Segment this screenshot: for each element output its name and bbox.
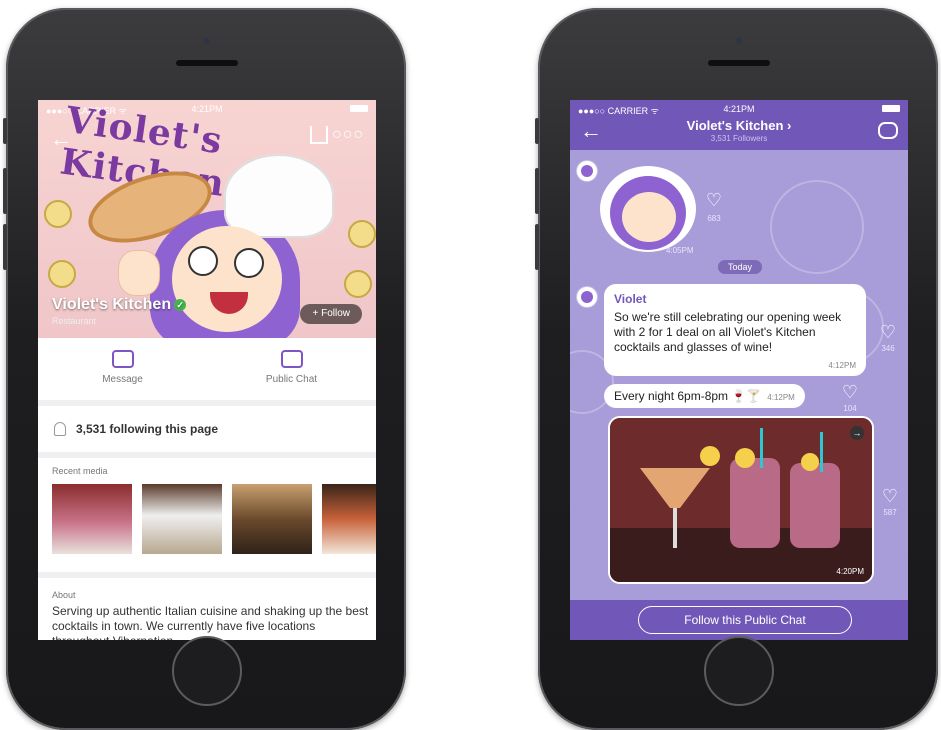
volume-down-button	[3, 224, 7, 270]
followers-row[interactable]: 3,531 following this page	[38, 406, 376, 458]
cover-image: ●●●○○ CARRIER ᯤ 4:21PM Violet's Kitchen …	[38, 100, 376, 338]
character-hand	[118, 250, 160, 296]
message-action[interactable]: Message	[38, 350, 207, 385]
page-category: Restaurant	[52, 316, 97, 326]
chef-character-face	[172, 226, 282, 332]
flower-icon	[44, 200, 72, 228]
volume-down-button	[535, 224, 539, 270]
about-section: About Serving up authentic Italian cuisi…	[38, 572, 376, 640]
home-button[interactable]	[172, 636, 242, 706]
chef-hat-illustration	[224, 154, 334, 238]
earpiece-speaker	[708, 60, 770, 66]
date-divider: Today	[718, 260, 763, 274]
flower-icon	[344, 270, 372, 298]
message-time: 4:20PM	[836, 567, 864, 576]
battery-icon	[350, 105, 368, 112]
like-count: 346	[881, 344, 895, 353]
chat-header: ●●●○○ CARRIER ᯤ 4:21PM ← Violet's Kitche…	[570, 100, 908, 150]
right-phone-frame: ●●●○○ CARRIER ᯤ 4:21PM ← Violet's Kitche…	[535, 8, 938, 730]
more-options-icon[interactable]: ○○○	[332, 126, 364, 144]
follow-public-chat-button[interactable]: Follow this Public Chat	[638, 606, 852, 634]
verified-badge-icon: ✓	[174, 298, 187, 311]
followers-count-text: 3,531 following this page	[76, 422, 219, 436]
message-bubble[interactable]: Every night 6pm-8pm 🍷🍸 4:12PM	[604, 384, 805, 408]
share-icon[interactable]	[310, 126, 328, 144]
heart-icon[interactable]: ♡	[836, 382, 864, 403]
chat-info-icon[interactable]	[878, 122, 898, 139]
message-sender: Violet	[614, 292, 647, 306]
status-bar: ●●●○○ CARRIER ᯤ 4:21PM	[570, 100, 908, 118]
chat-title[interactable]: Violet's Kitchen ›	[570, 118, 908, 133]
like-count: 104	[843, 404, 857, 413]
message-icon	[111, 350, 134, 368]
mute-switch	[535, 118, 539, 144]
message-text: Every night 6pm-8pm 🍷🍸	[614, 389, 762, 403]
forward-icon[interactable]: →	[850, 426, 864, 440]
person-icon	[54, 422, 66, 436]
left-screen: ●●●○○ CARRIER ᯤ 4:21PM Violet's Kitchen …	[38, 100, 376, 640]
followers-count: 3,531 Followers	[710, 134, 768, 143]
page-actions: Message Public Chat	[38, 338, 376, 406]
page-name: Violet's Kitchen ✓	[52, 296, 187, 314]
media-thumbnail-cocktails[interactable]	[52, 484, 132, 554]
sender-avatar[interactable]	[576, 160, 598, 182]
character-eye	[188, 246, 218, 276]
message-time: 4:12PM	[767, 393, 795, 402]
media-thumbnail-chefs[interactable]	[142, 484, 222, 554]
sender-avatar[interactable]	[576, 286, 598, 308]
pizza-doodle	[770, 180, 864, 274]
media-thumbnail-pasta[interactable]	[322, 484, 376, 554]
photo-message[interactable]: → 4:20PM	[608, 416, 874, 584]
chat-footer: Follow this Public Chat	[570, 600, 908, 640]
like-count: 683	[707, 214, 721, 223]
cocktails-photo	[610, 418, 872, 582]
battery-icon	[882, 105, 900, 112]
public-chat-action[interactable]: Public Chat	[207, 350, 376, 385]
flower-icon	[348, 220, 376, 248]
heart-icon[interactable]: ♡	[874, 322, 902, 343]
message-text: So we're still celebrating our opening w…	[614, 310, 842, 354]
heart-icon[interactable]: ♡	[876, 486, 904, 507]
left-phone-frame: ●●●○○ CARRIER ᯤ 4:21PM Violet's Kitchen …	[3, 8, 406, 730]
heart-icon[interactable]: ♡	[700, 190, 728, 211]
home-button[interactable]	[704, 636, 774, 706]
message-time: 4:12PM	[828, 361, 856, 370]
public-chat-icon	[280, 350, 303, 368]
front-camera	[204, 38, 210, 44]
sticker-face	[622, 192, 676, 242]
page-name-text: Violet's Kitchen	[52, 296, 172, 313]
sticker-message[interactable]	[600, 166, 696, 252]
flower-icon	[48, 260, 76, 288]
volume-up-button	[535, 168, 539, 214]
recent-media-strip	[52, 484, 376, 556]
message-action-label: Message	[102, 374, 143, 385]
front-camera	[736, 38, 742, 44]
earpiece-speaker	[176, 60, 238, 66]
message-time: 4:05PM	[666, 246, 694, 255]
public-chat-action-label: Public Chat	[265, 374, 318, 385]
status-time: 4:21PM	[723, 104, 755, 114]
message-bubble[interactable]: Violet So we're still celebrating our op…	[604, 284, 866, 376]
character-eye	[234, 248, 264, 278]
mute-switch	[3, 118, 7, 144]
about-text: Serving up authentic Italian cuisine and…	[52, 604, 369, 640]
back-arrow-icon[interactable]: ←	[50, 126, 72, 152]
right-screen: ●●●○○ CARRIER ᯤ 4:21PM ← Violet's Kitche…	[570, 100, 908, 640]
volume-up-button	[3, 168, 7, 214]
recent-media-title: Recent media	[52, 466, 108, 476]
like-count: 587	[883, 508, 897, 517]
follow-button[interactable]: + Follow	[300, 304, 362, 324]
about-title: About	[52, 590, 76, 600]
chat-conversation[interactable]: ♡ 683 4:05PM Today Violet So we're still…	[570, 150, 908, 600]
media-thumbnail-storefront[interactable]	[232, 484, 312, 554]
